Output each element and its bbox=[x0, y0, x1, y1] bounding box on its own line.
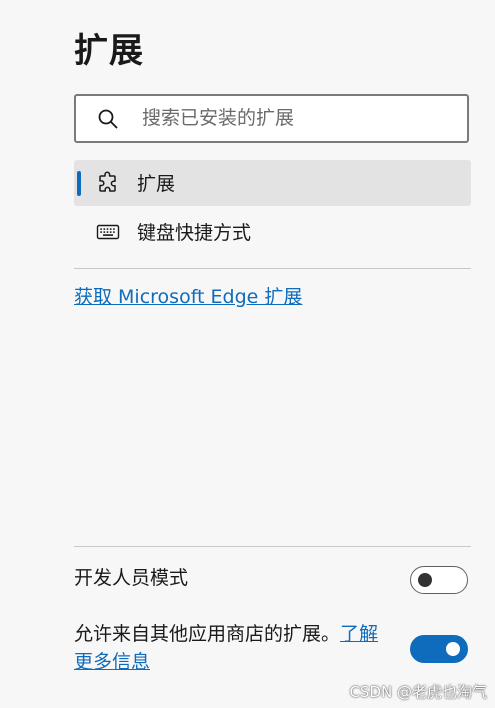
sidebar-item-label: 键盘快捷方式 bbox=[137, 222, 252, 244]
selected-indicator bbox=[77, 171, 81, 196]
toggle-knob bbox=[446, 642, 460, 656]
get-extensions-link[interactable]: 获取 Microsoft Edge 扩展 bbox=[74, 284, 302, 310]
extensions-panel: 扩展 扩展 键盘快捷方式 获取 Mic bbox=[74, 0, 471, 708]
watermark: CSDN @老虎也淘气 bbox=[349, 683, 487, 701]
search-box[interactable] bbox=[74, 94, 469, 143]
page-title: 扩展 bbox=[74, 31, 144, 71]
other-stores-label: 允许来自其他应用商店的扩展。 bbox=[74, 623, 341, 645]
other-stores-toggle[interactable] bbox=[410, 635, 468, 663]
developer-mode-toggle[interactable] bbox=[410, 566, 468, 594]
developer-mode-label: 开发人员模式 bbox=[74, 567, 189, 589]
other-stores-description: 允许来自其他应用商店的扩展。了解更多信息 bbox=[74, 620, 394, 676]
divider bbox=[74, 546, 471, 547]
search-input[interactable] bbox=[142, 104, 442, 132]
toggle-knob bbox=[418, 573, 432, 587]
puzzle-icon bbox=[99, 171, 116, 192]
sidebar-item-keyboard-shortcuts[interactable]: 键盘快捷方式 bbox=[74, 209, 471, 255]
search-icon bbox=[98, 109, 118, 129]
keyboard-icon bbox=[96, 224, 120, 240]
divider bbox=[74, 268, 471, 269]
sidebar-item-label: 扩展 bbox=[137, 173, 176, 195]
sidebar-item-extensions[interactable]: 扩展 bbox=[74, 160, 471, 206]
